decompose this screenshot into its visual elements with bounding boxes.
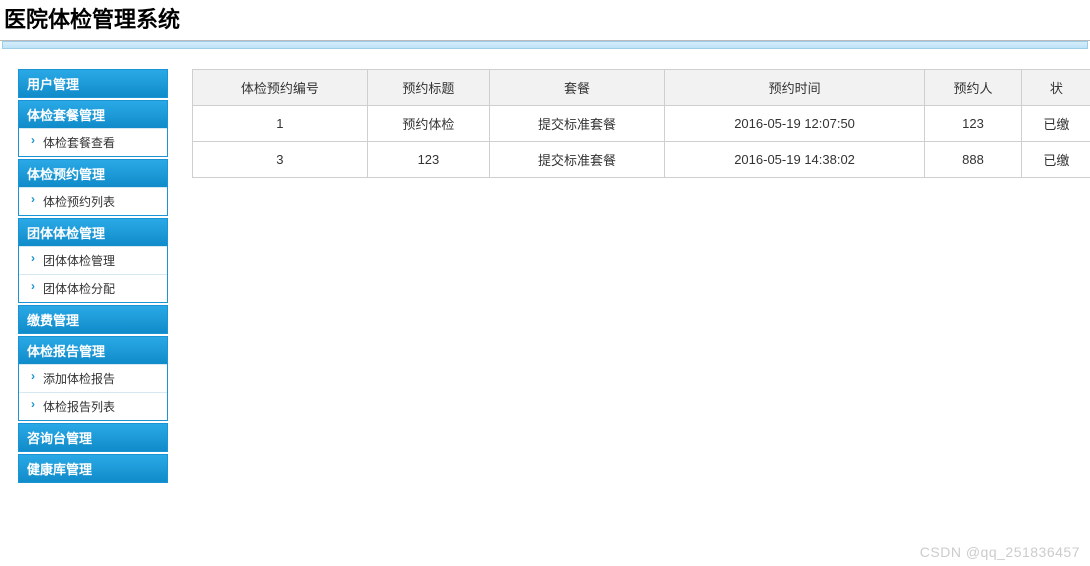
menu-header[interactable]: 体检套餐管理 — [19, 101, 167, 128]
menu-items: 体检预约列表 — [19, 187, 167, 215]
menu-block: 体检套餐管理体检套餐查看 — [18, 100, 168, 157]
menu-block: 缴费管理 — [18, 305, 168, 334]
menu-block: 用户管理 — [18, 69, 168, 98]
table-cell: 已缴 — [1021, 142, 1090, 178]
menu-items: 体检套餐查看 — [19, 128, 167, 156]
top-bar — [2, 41, 1088, 49]
table-header-cell: 状 — [1021, 70, 1090, 106]
page-title: 医院体检管理系统 — [4, 2, 1086, 34]
watermark: CSDN @qq_251836457 — [920, 544, 1080, 560]
menu-item[interactable]: 体检套餐查看 — [19, 128, 167, 156]
table-cell: 1 — [193, 106, 368, 142]
table-cell: 预约体检 — [367, 106, 489, 142]
table-cell: 提交标准套餐 — [490, 142, 665, 178]
menu-block: 体检报告管理添加体检报告体检报告列表 — [18, 336, 168, 421]
table-cell: 3 — [193, 142, 368, 178]
appointment-table: 体检预约编号预约标题套餐预约时间预约人状 1预约体检提交标准套餐2016-05-… — [192, 69, 1090, 178]
menu-item[interactable]: 体检预约列表 — [19, 187, 167, 215]
menu-block: 团体体检管理团体体检管理团体体检分配 — [18, 218, 168, 303]
menu-item[interactable]: 添加体检报告 — [19, 364, 167, 392]
table-cell: 2016-05-19 14:38:02 — [664, 142, 924, 178]
menu-item[interactable]: 团体体检分配 — [19, 274, 167, 302]
body-container: 用户管理体检套餐管理体检套餐查看体检预约管理体检预约列表团体体检管理团体体检管理… — [0, 49, 1090, 485]
table-row[interactable]: 1预约体检提交标准套餐2016-05-19 12:07:50123已缴 — [193, 106, 1090, 142]
menu-block: 健康库管理 — [18, 454, 168, 483]
table-cell: 888 — [925, 142, 1021, 178]
menu-header[interactable]: 团体体检管理 — [19, 219, 167, 246]
table-row[interactable]: 3123提交标准套餐2016-05-19 14:38:02888已缴 — [193, 142, 1090, 178]
menu-header[interactable]: 用户管理 — [19, 70, 167, 97]
table-header-cell: 预约标题 — [367, 70, 489, 106]
menu-header[interactable]: 体检预约管理 — [19, 160, 167, 187]
table-header-cell: 体检预约编号 — [193, 70, 368, 106]
table-cell: 123 — [925, 106, 1021, 142]
menu-item[interactable]: 团体体检管理 — [19, 246, 167, 274]
menu-item[interactable]: 体检报告列表 — [19, 392, 167, 420]
menu-header[interactable]: 缴费管理 — [19, 306, 167, 333]
menu-items: 添加体检报告体检报告列表 — [19, 364, 167, 420]
menu-block: 咨询台管理 — [18, 423, 168, 452]
menu-items: 团体体检管理团体体检分配 — [19, 246, 167, 302]
table-cell: 2016-05-19 12:07:50 — [664, 106, 924, 142]
sidebar: 用户管理体检套餐管理体检套餐查看体检预约管理体检预约列表团体体检管理团体体检管理… — [18, 69, 168, 485]
table-header-cell: 预约时间 — [664, 70, 924, 106]
menu-header[interactable]: 体检报告管理 — [19, 337, 167, 364]
table-cell: 已缴 — [1021, 106, 1090, 142]
table-header-cell: 套餐 — [490, 70, 665, 106]
menu-header[interactable]: 咨询台管理 — [19, 424, 167, 451]
app-header: 医院体检管理系统 — [0, 0, 1090, 41]
main-content: 体检预约编号预约标题套餐预约时间预约人状 1预约体检提交标准套餐2016-05-… — [168, 69, 1090, 485]
table-cell: 提交标准套餐 — [490, 106, 665, 142]
table-header-cell: 预约人 — [925, 70, 1021, 106]
menu-header[interactable]: 健康库管理 — [19, 455, 167, 482]
table-cell: 123 — [367, 142, 489, 178]
menu-block: 体检预约管理体检预约列表 — [18, 159, 168, 216]
